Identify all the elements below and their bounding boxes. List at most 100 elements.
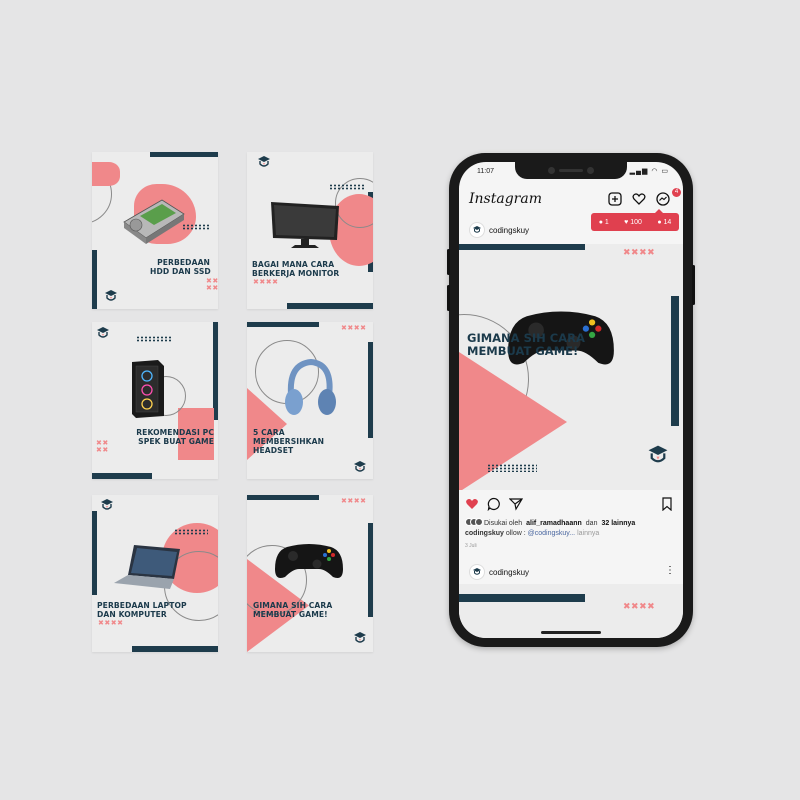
post-actions [459,494,683,516]
post-title: GIMANA SIH CARA MEMBUAT GAME! [467,331,585,358]
post-x-marks: ✖✖✖✖ [623,248,656,258]
liked-prefix: Disukai oleh [484,519,523,527]
codingskuy-logo-icon [105,290,117,301]
card-bar [247,495,319,500]
likes-summary[interactable]: Disukai oleh alif_ramadhaann dan 32 lain… [465,518,635,528]
card-dots [136,336,172,342]
feed-card-game[interactable]: ✖✖✖✖ GIMANA SIH CARA MEMBUAT GAME! [247,495,373,652]
post-header: codingskuy [459,218,683,242]
monitor-icon [271,202,339,248]
feed-card-pc[interactable]: REKOMENDASI PC SPEK BUAT GAME ✖✖ ✖✖ [92,322,218,479]
caption-more-link[interactable]: lainnya [577,530,599,537]
caption-mention[interactable]: @codingskuy... [528,530,575,537]
codingskuy-logo-icon [648,445,668,463]
home-indicator [541,631,601,634]
post-username[interactable]: codingskuy [489,568,529,577]
post-date: 3 Juli [465,543,477,549]
card-title: PERBEDAAN HDD DAN SSD [150,258,211,276]
card-x-marks: ✖✖ ✖✖ [206,277,218,292]
card-dots [182,224,210,230]
liker-avatars [465,518,483,528]
liked-user[interactable]: alif_ramadhaann [526,520,582,527]
laptop-icon [114,545,180,589]
phone-side-button [447,249,450,275]
pc-case-icon [132,360,164,418]
camera-dot [548,167,555,174]
caption-username[interactable]: codingskuy [465,530,504,537]
feed-card-monitor[interactable]: BAGAI MANA CARA BERKERJA MONITOR ✖✖✖✖ [247,152,373,309]
messenger-icon[interactable] [655,192,671,208]
phone-side-button [447,285,450,311]
codingskuy-logo-icon [354,461,366,472]
save-bookmark-button[interactable] [661,497,673,514]
signal-icon: ▂▄▆ [629,168,649,175]
liked-mid: dan [585,519,598,527]
codingskuy-logo-icon [258,156,270,167]
phone-screen: 11:07 ▂▄▆ ◠ ▭ Instagram 4 ● 1 ♥ 100 ● 14… [459,162,683,638]
card-bar [368,523,373,617]
codingskuy-logo-icon [97,327,109,338]
more-options-icon[interactable]: ⋮ [665,566,675,576]
card-dots [329,184,365,190]
card-x-marks: ✖✖✖✖ [98,619,124,627]
card-title: PERBEDAAN LAPTOP DAN KOMPUTER [97,601,187,619]
card-bar [92,250,97,309]
share-button[interactable] [508,497,524,514]
hard-drive-icon [123,199,185,244]
avatar[interactable] [469,222,485,238]
post-bar [671,296,679,426]
card-bar [213,322,218,420]
card-bar [368,342,373,438]
card-blob [92,162,120,186]
messenger-badge: 4 [672,188,681,197]
camera-dot [587,167,594,174]
card-bar [150,152,218,157]
post-caption: codingskuy ollow : @codingskuy... lainny… [465,530,599,537]
codingskuy-logo-icon [101,499,113,510]
avatar[interactable] [469,564,485,580]
phone-power-button [692,265,695,305]
battery-icon: ▭ [661,168,669,175]
card-x-marks: ✖✖✖✖ [341,324,367,332]
post-image[interactable]: ✖✖✖✖ [459,584,683,638]
game-controller-icon [275,544,343,578]
caption-text: ollow : [505,530,528,537]
instagram-logo[interactable]: Instagram [469,191,542,207]
comment-button[interactable] [487,497,501,514]
card-title: REKOMENDASI PC SPEK BUAT GAME [136,428,214,446]
codingskuy-logo-icon [354,632,366,643]
post-username[interactable]: codingskuy [489,226,529,235]
post-dots [487,464,537,472]
status-icons: ▂▄▆ ◠ ▭ [630,167,669,175]
card-bar [92,473,152,479]
card-bar [287,303,373,309]
post-header: codingskuy ⋮ [459,560,683,584]
card-dots [174,529,208,535]
status-time: 11:07 [477,168,494,175]
card-title: GIMANA SIH CARA MEMBUAT GAME! [253,601,333,619]
card-bar [92,511,97,595]
card-x-marks: ✖✖✖✖ [341,497,367,505]
feed-card-headset[interactable]: ✖✖✖✖ 5 CARA MEMBERSIHKAN HEADSET [247,322,373,479]
post-x-marks: ✖✖✖✖ [623,602,656,612]
liked-count[interactable]: 32 lainnya [601,520,635,527]
like-button[interactable] [465,497,479,514]
phone-mockup: 11:07 ▂▄▆ ◠ ▭ Instagram 4 ● 1 ♥ 100 ● 14… [447,153,695,647]
feed-card-hdd[interactable]: PERBEDAAN HDD DAN SSD ✖✖ ✖✖ [92,152,218,309]
headphones-icon [285,358,336,415]
card-bar [132,646,218,652]
card-x-marks: ✖✖✖✖ [253,278,279,286]
card-title: BAGAI MANA CARA BERKERJA MONITOR [252,260,340,278]
card-x-marks: ✖✖ ✖✖ [96,439,109,454]
speaker-grille [559,169,583,172]
card-bar [247,322,319,327]
post-bar [459,594,585,602]
phone-notch [515,162,627,179]
feed-card-laptop[interactable]: PERBEDAAN LAPTOP DAN KOMPUTER ✖✖✖✖ [92,495,218,652]
post-image[interactable]: ✖✖✖✖ GIMANA SIH CARA MEMBUAT GAME! [459,244,683,490]
new-post-icon[interactable] [607,192,623,208]
post-bar [459,244,585,250]
wifi-icon: ◠ [651,168,659,175]
heart-icon[interactable] [631,192,647,208]
card-title: 5 CARA MEMBERSIHKAN HEADSET [253,428,325,455]
